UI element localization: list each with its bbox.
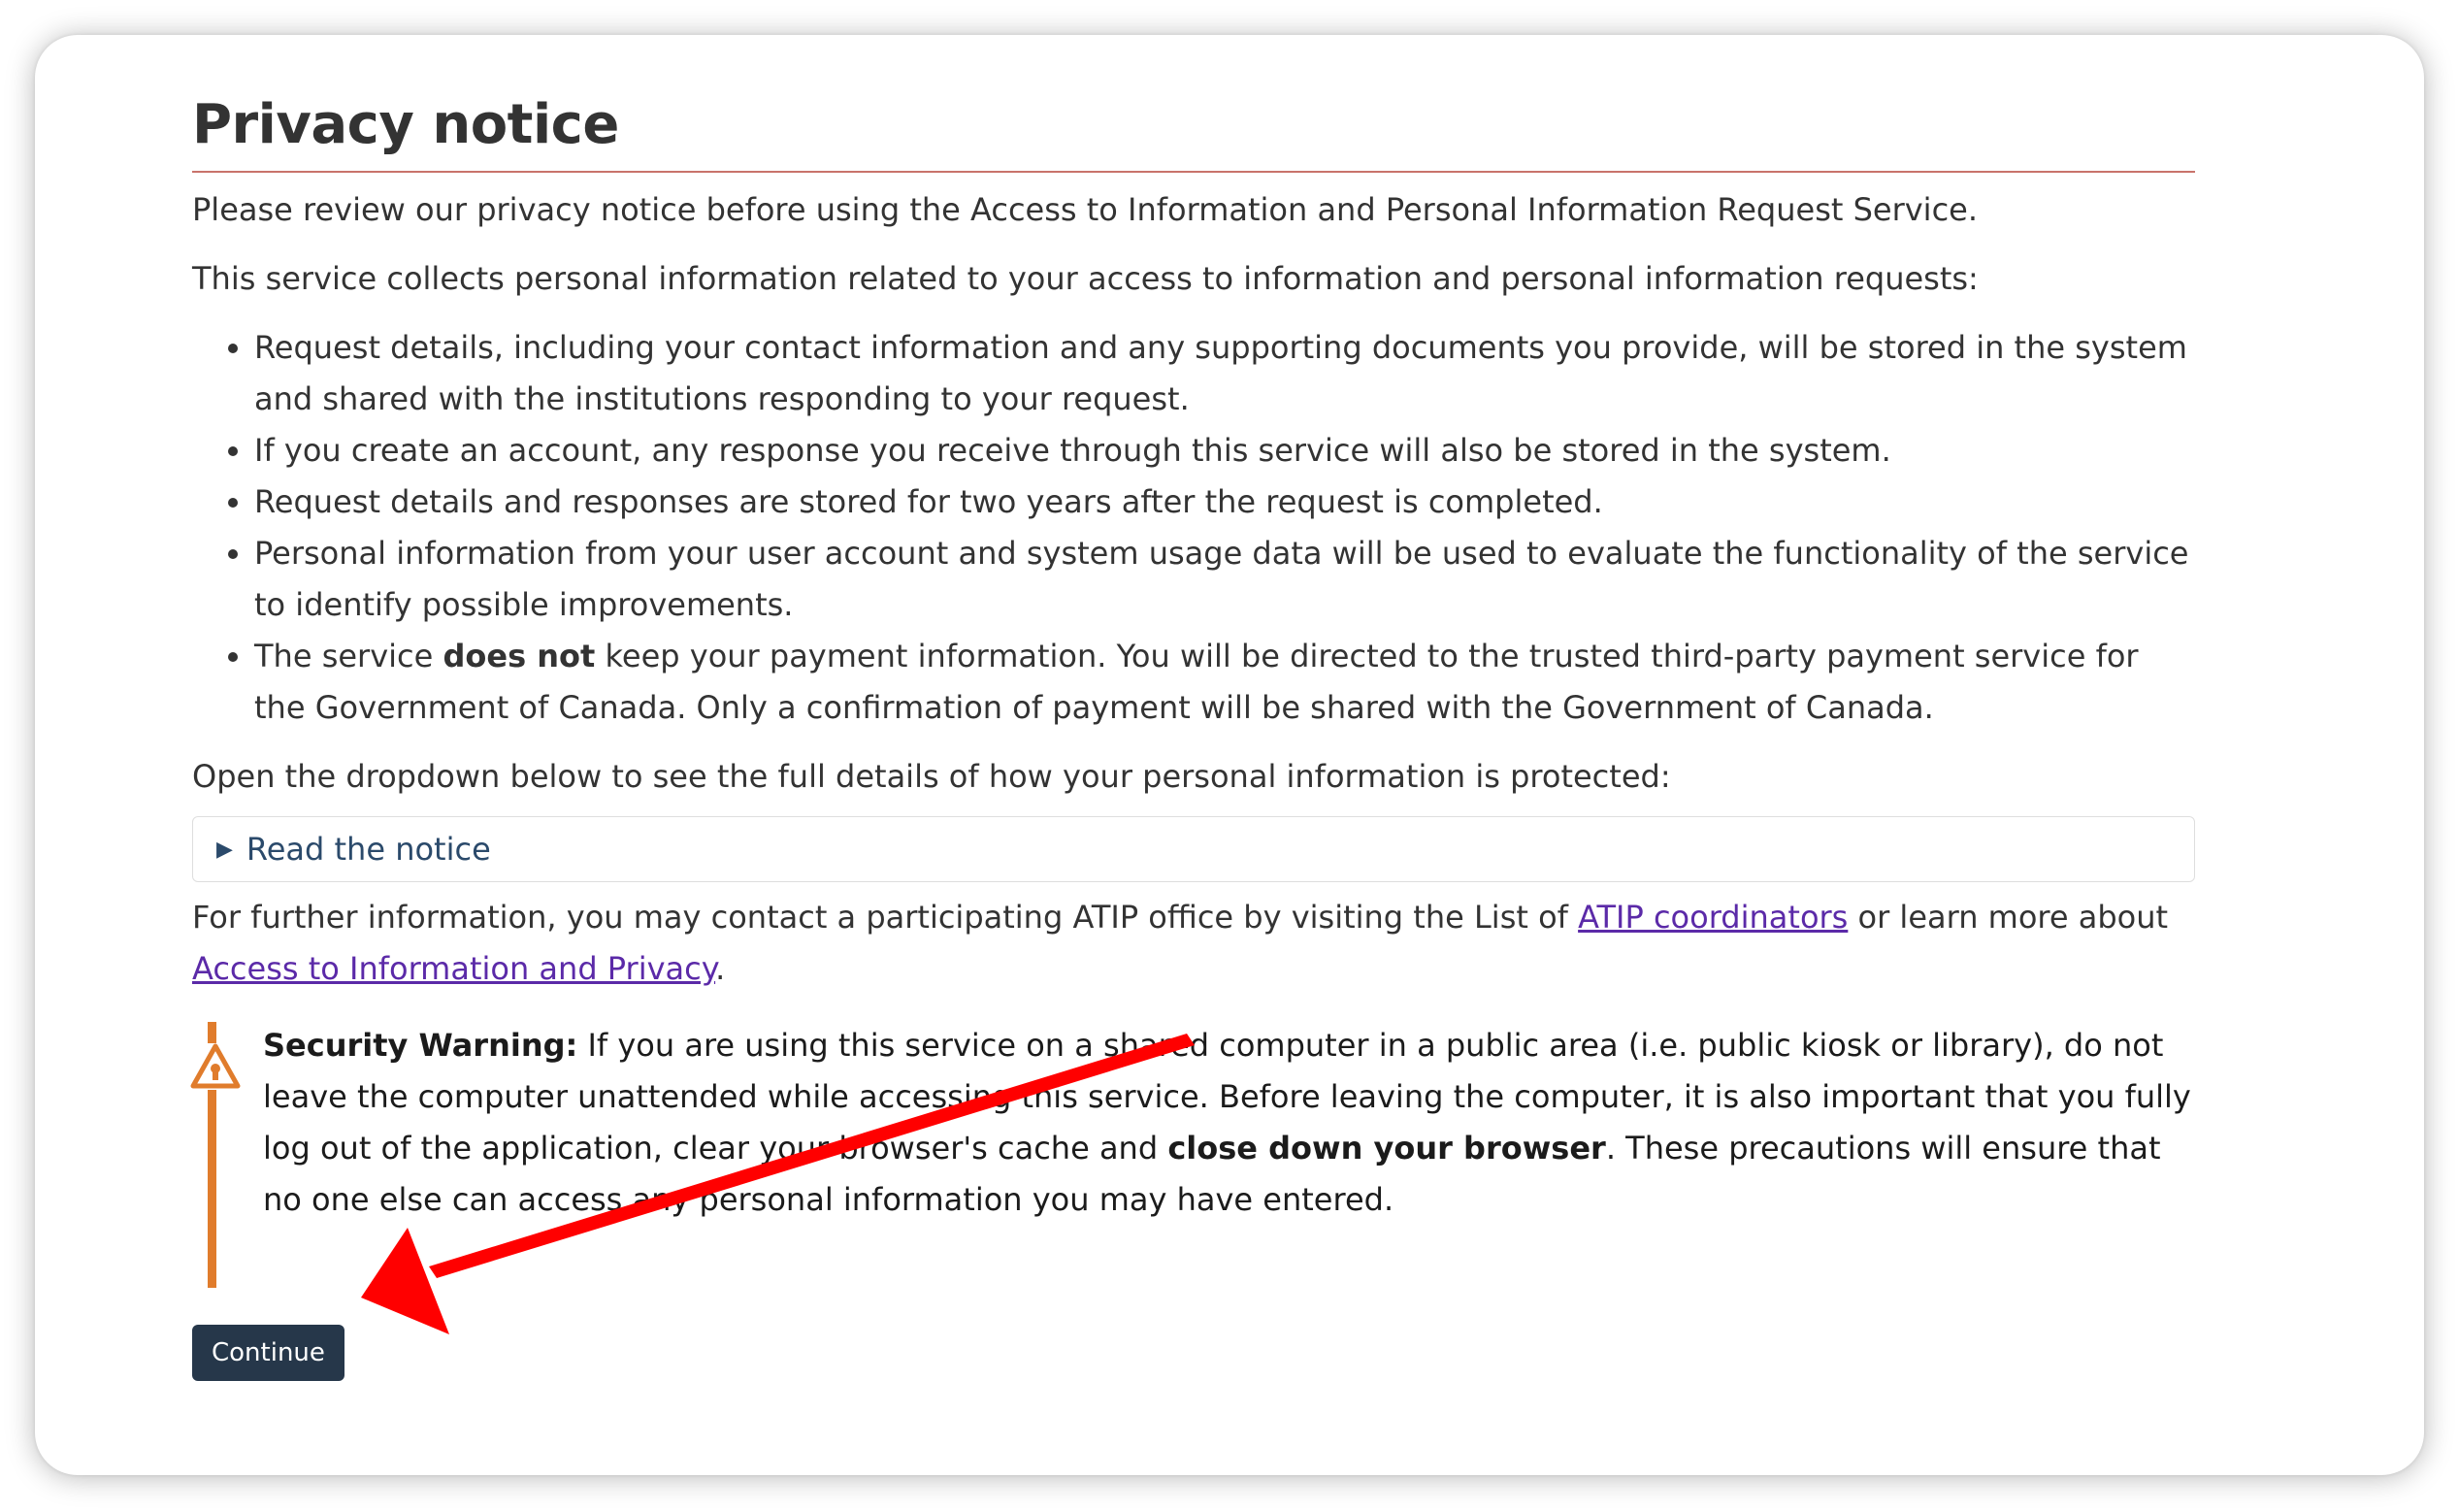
intro-text: Please review our privacy notice before …: [192, 191, 1979, 228]
dropdown-lead-text: Open the dropdown below to see the full …: [192, 758, 1671, 795]
browser-window: Privacy notice Please review our privacy…: [35, 35, 2424, 1475]
details-summary[interactable]: Read the notice: [246, 831, 491, 868]
payment-text-before: The service: [254, 638, 443, 674]
info-list: Request details, including your contact …: [192, 322, 2195, 734]
further-info-text: For further information, you may contact…: [192, 892, 2195, 995]
warning-triangle-icon: [190, 1043, 241, 1090]
continue-button[interactable]: Continue: [192, 1325, 344, 1381]
security-warning: Security Warning: If you are using this …: [190, 1020, 2195, 1288]
list-item: Request details and responses are stored…: [254, 477, 2195, 528]
warning-label: Security Warning:: [263, 1027, 578, 1064]
list-item: Personal information from your user acco…: [254, 528, 2195, 631]
further-text-before: For further information, you may contact…: [192, 899, 1579, 936]
page-title: Privacy notice: [192, 85, 2195, 173]
list-item: Request details, including your contact …: [254, 322, 2195, 425]
list-item-payment: The service does not keep your payment i…: [254, 631, 2195, 734]
list-item: If you create an account, any response y…: [254, 425, 2195, 477]
warning-text: Security Warning: If you are using this …: [263, 1020, 2195, 1226]
further-text-middle: or learn more about: [1848, 899, 2169, 936]
read-notice-details[interactable]: ▶ Read the notice: [192, 816, 2195, 882]
warning-bold-2: close down your browser: [1167, 1130, 1606, 1167]
further-text-after: .: [715, 950, 726, 987]
triangle-right-icon: ▶: [216, 837, 233, 862]
collects-text: This service collects personal informati…: [192, 260, 1979, 297]
atip-coordinators-link[interactable]: ATIP coordinators: [1578, 899, 1848, 936]
payment-text-bold: does not: [443, 638, 596, 674]
main-content: Privacy notice Please review our privacy…: [190, 85, 2195, 1381]
access-info-privacy-link[interactable]: Access to Information and Privacy: [192, 950, 715, 987]
